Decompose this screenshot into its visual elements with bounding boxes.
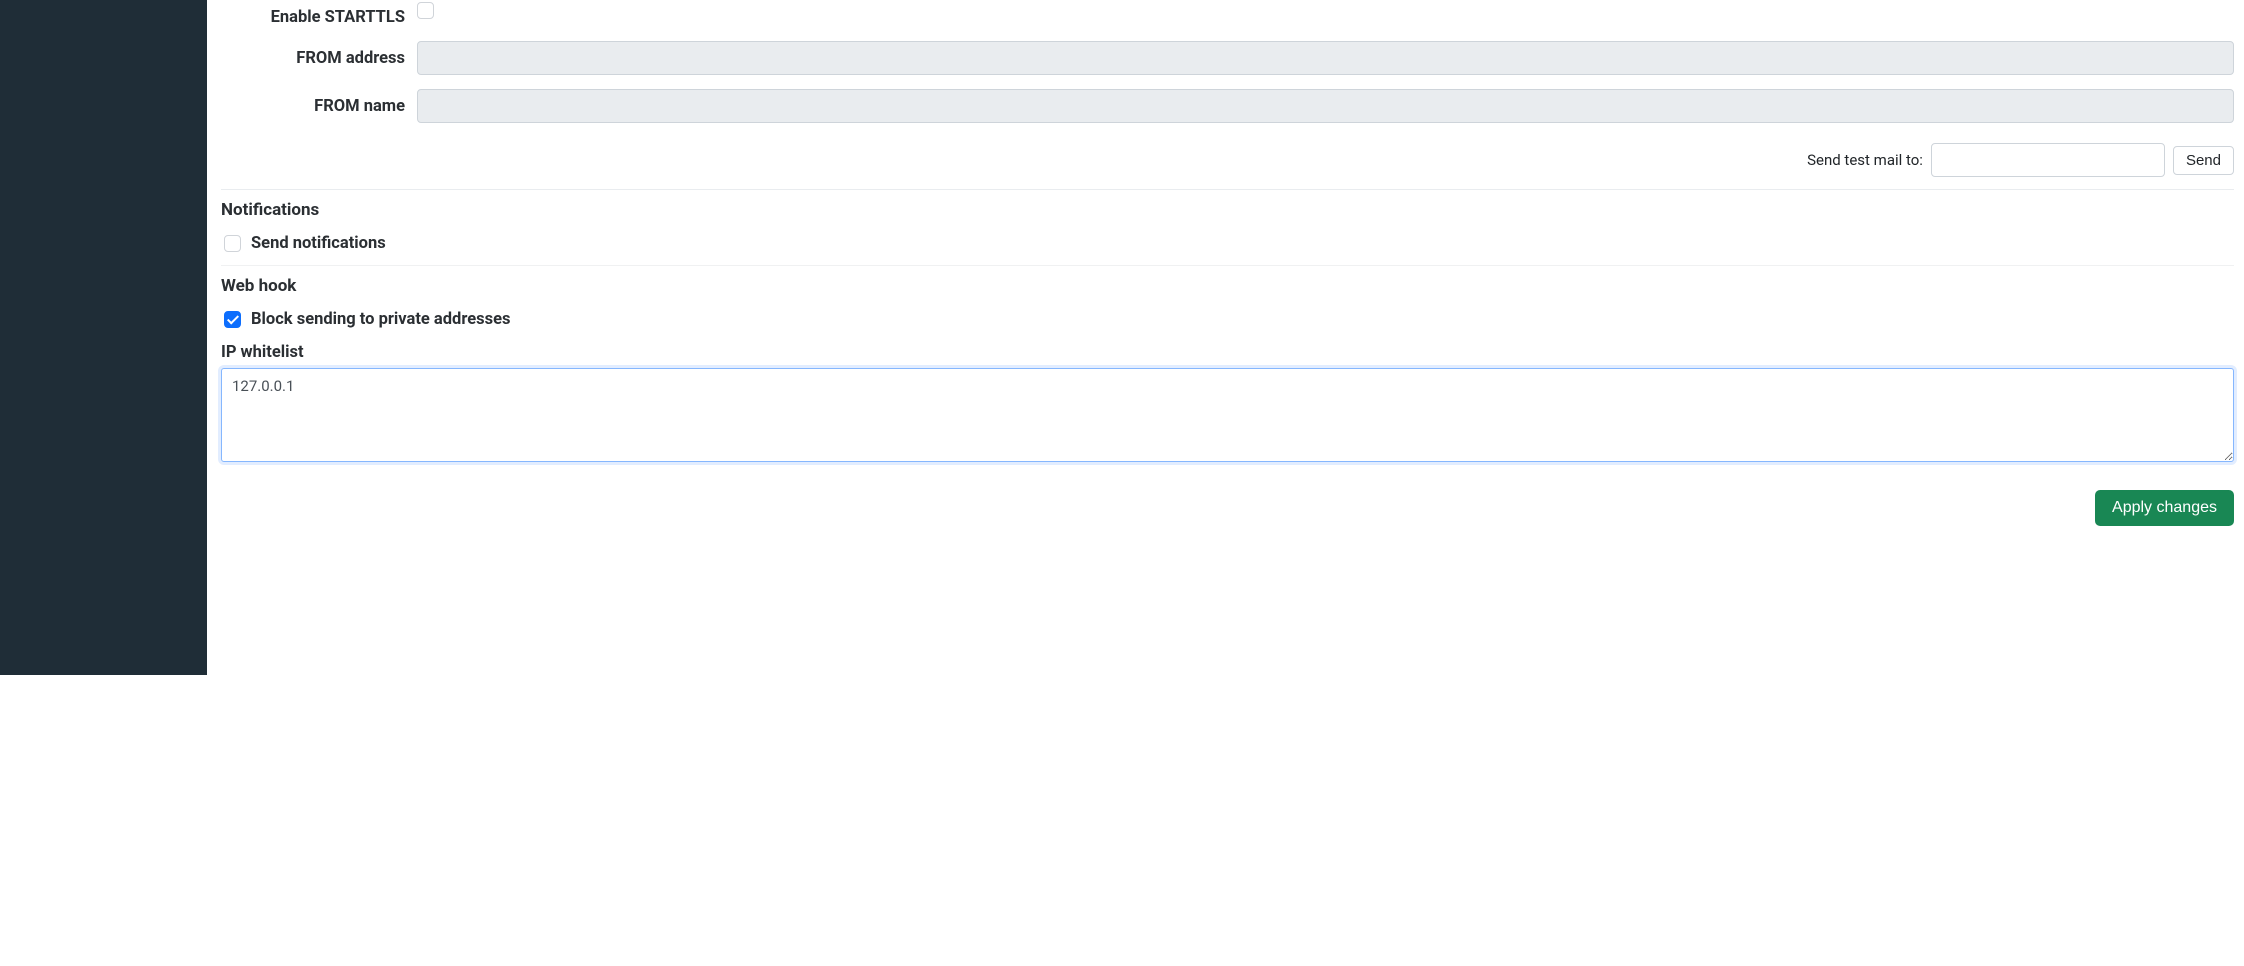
block-private-label: Block sending to private addresses <box>251 310 510 329</box>
webhook-heading: Web hook <box>221 276 2234 296</box>
block-private-row: Block sending to private addresses <box>221 306 2234 341</box>
from-name-row: FROM name <box>221 89 2234 123</box>
starttls-row: Enable STARTTLS <box>221 0 2234 27</box>
sidebar <box>0 0 207 675</box>
settings-form: Enable STARTTLS FROM address FROM name S… <box>207 0 2244 675</box>
starttls-label: Enable STARTTLS <box>221 0 417 27</box>
from-name-label: FROM name <box>221 89 417 116</box>
apply-changes-button[interactable]: Apply changes <box>2095 490 2234 526</box>
send-notifications-row: Send notifications <box>221 230 2234 265</box>
ip-whitelist-label: IP whitelist <box>221 343 2234 362</box>
starttls-checkbox[interactable] <box>417 2 434 19</box>
from-name-input[interactable] <box>417 89 2234 123</box>
ip-whitelist-textarea[interactable] <box>221 368 2234 462</box>
send-notifications-label: Send notifications <box>251 234 386 253</box>
test-mail-input[interactable] <box>1931 143 2165 177</box>
send-test-button[interactable]: Send <box>2173 146 2234 175</box>
from-address-row: FROM address <box>221 41 2234 75</box>
test-mail-row: Send test mail to: Send <box>221 137 2234 190</box>
test-mail-label: Send test mail to: <box>1807 151 1923 169</box>
form-actions: Apply changes <box>221 490 2234 526</box>
notifications-heading: Notifications <box>221 200 2234 220</box>
from-address-input[interactable] <box>417 41 2234 75</box>
from-address-label: FROM address <box>221 41 417 68</box>
block-private-checkbox[interactable] <box>224 311 241 328</box>
send-notifications-checkbox[interactable] <box>224 235 241 252</box>
